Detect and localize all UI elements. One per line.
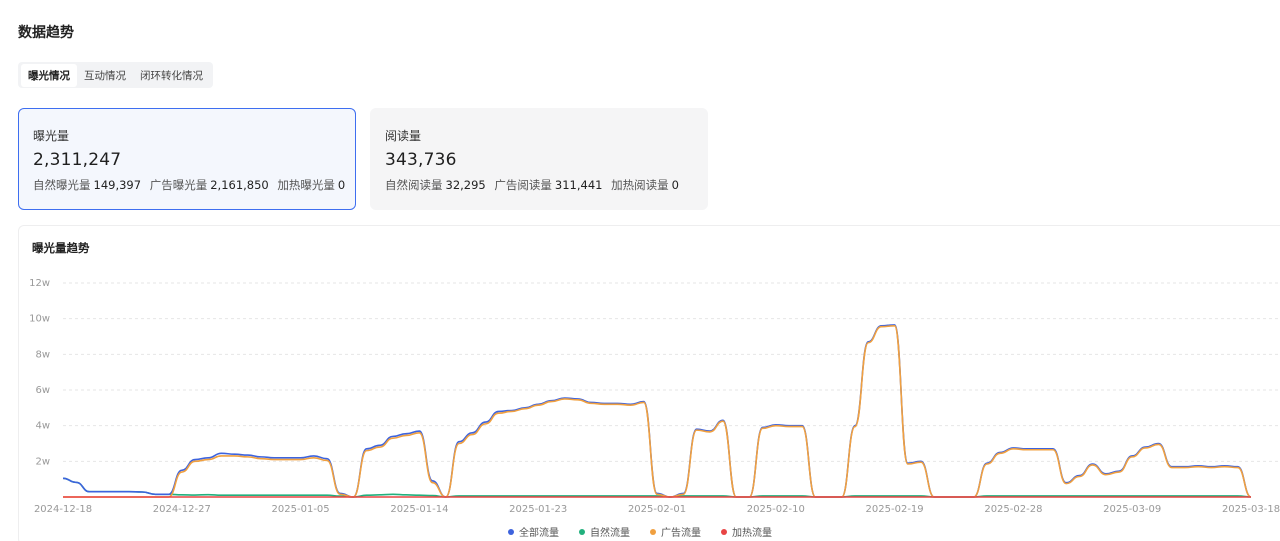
- x-tick-label: 2025-02-01: [628, 504, 686, 515]
- y-tick-label: 8w: [35, 349, 50, 360]
- x-axis: 2024-12-18 2024-12-27 2025-01-05 2025-01-14…: [34, 504, 1280, 515]
- x-tick-label: 2024-12-18: [34, 504, 92, 515]
- x-tick-label: 2025-03-18: [1222, 504, 1280, 515]
- legend-item[interactable]: 广告流量: [650, 524, 701, 539]
- y-tick-label: 2w: [35, 456, 50, 467]
- y-tick-label: 10w: [29, 314, 50, 325]
- x-tick-label: 2025-01-05: [272, 504, 330, 515]
- legend-item[interactable]: 加热流量: [721, 524, 772, 539]
- legend-label: 加热流量: [732, 528, 772, 539]
- legend-label: 自然流量: [590, 528, 630, 539]
- x-tick-label: 2025-03-09: [1103, 504, 1161, 515]
- grid-layer: [63, 282, 1280, 462]
- y-tick-label: 6w: [35, 385, 50, 396]
- x-tick-label: 2025-01-23: [509, 504, 567, 515]
- series-line-total[interactable]: [62, 324, 1252, 498]
- exposure-trend-chart[interactable]: 2w 4w 6w 8w 10w 12w 2024-12-18 2024-12-27 2025-…: [0, 0, 1280, 541]
- y-axis: 2w 4w 6w 8w 10w 12w: [29, 278, 50, 467]
- legend-item[interactable]: 自然流量: [579, 524, 630, 539]
- legend-label: 全部流量: [519, 528, 559, 539]
- chart-legend: 全部流量 自然流量 广告流量 加热流量: [0, 524, 1280, 539]
- y-tick-label: 12w: [29, 278, 50, 289]
- legend-item[interactable]: 全部流量: [508, 524, 559, 539]
- x-tick-label: 2025-02-28: [984, 504, 1042, 515]
- legend-dot-icon: [579, 528, 585, 535]
- series-layer: [62, 324, 1252, 498]
- x-tick-label: 2025-02-10: [747, 504, 805, 515]
- x-tick-label: 2024-12-27: [153, 504, 211, 515]
- series-line-ads[interactable]: [63, 324, 1252, 498]
- legend-dot-icon: [508, 528, 514, 535]
- legend-dot-icon: [650, 528, 656, 535]
- x-tick-label: 2025-02-19: [866, 504, 924, 515]
- y-tick-label: 4w: [35, 421, 50, 432]
- legend-label: 广告流量: [661, 528, 701, 539]
- legend-dot-icon: [721, 528, 727, 535]
- x-tick-label: 2025-01-14: [390, 504, 448, 515]
